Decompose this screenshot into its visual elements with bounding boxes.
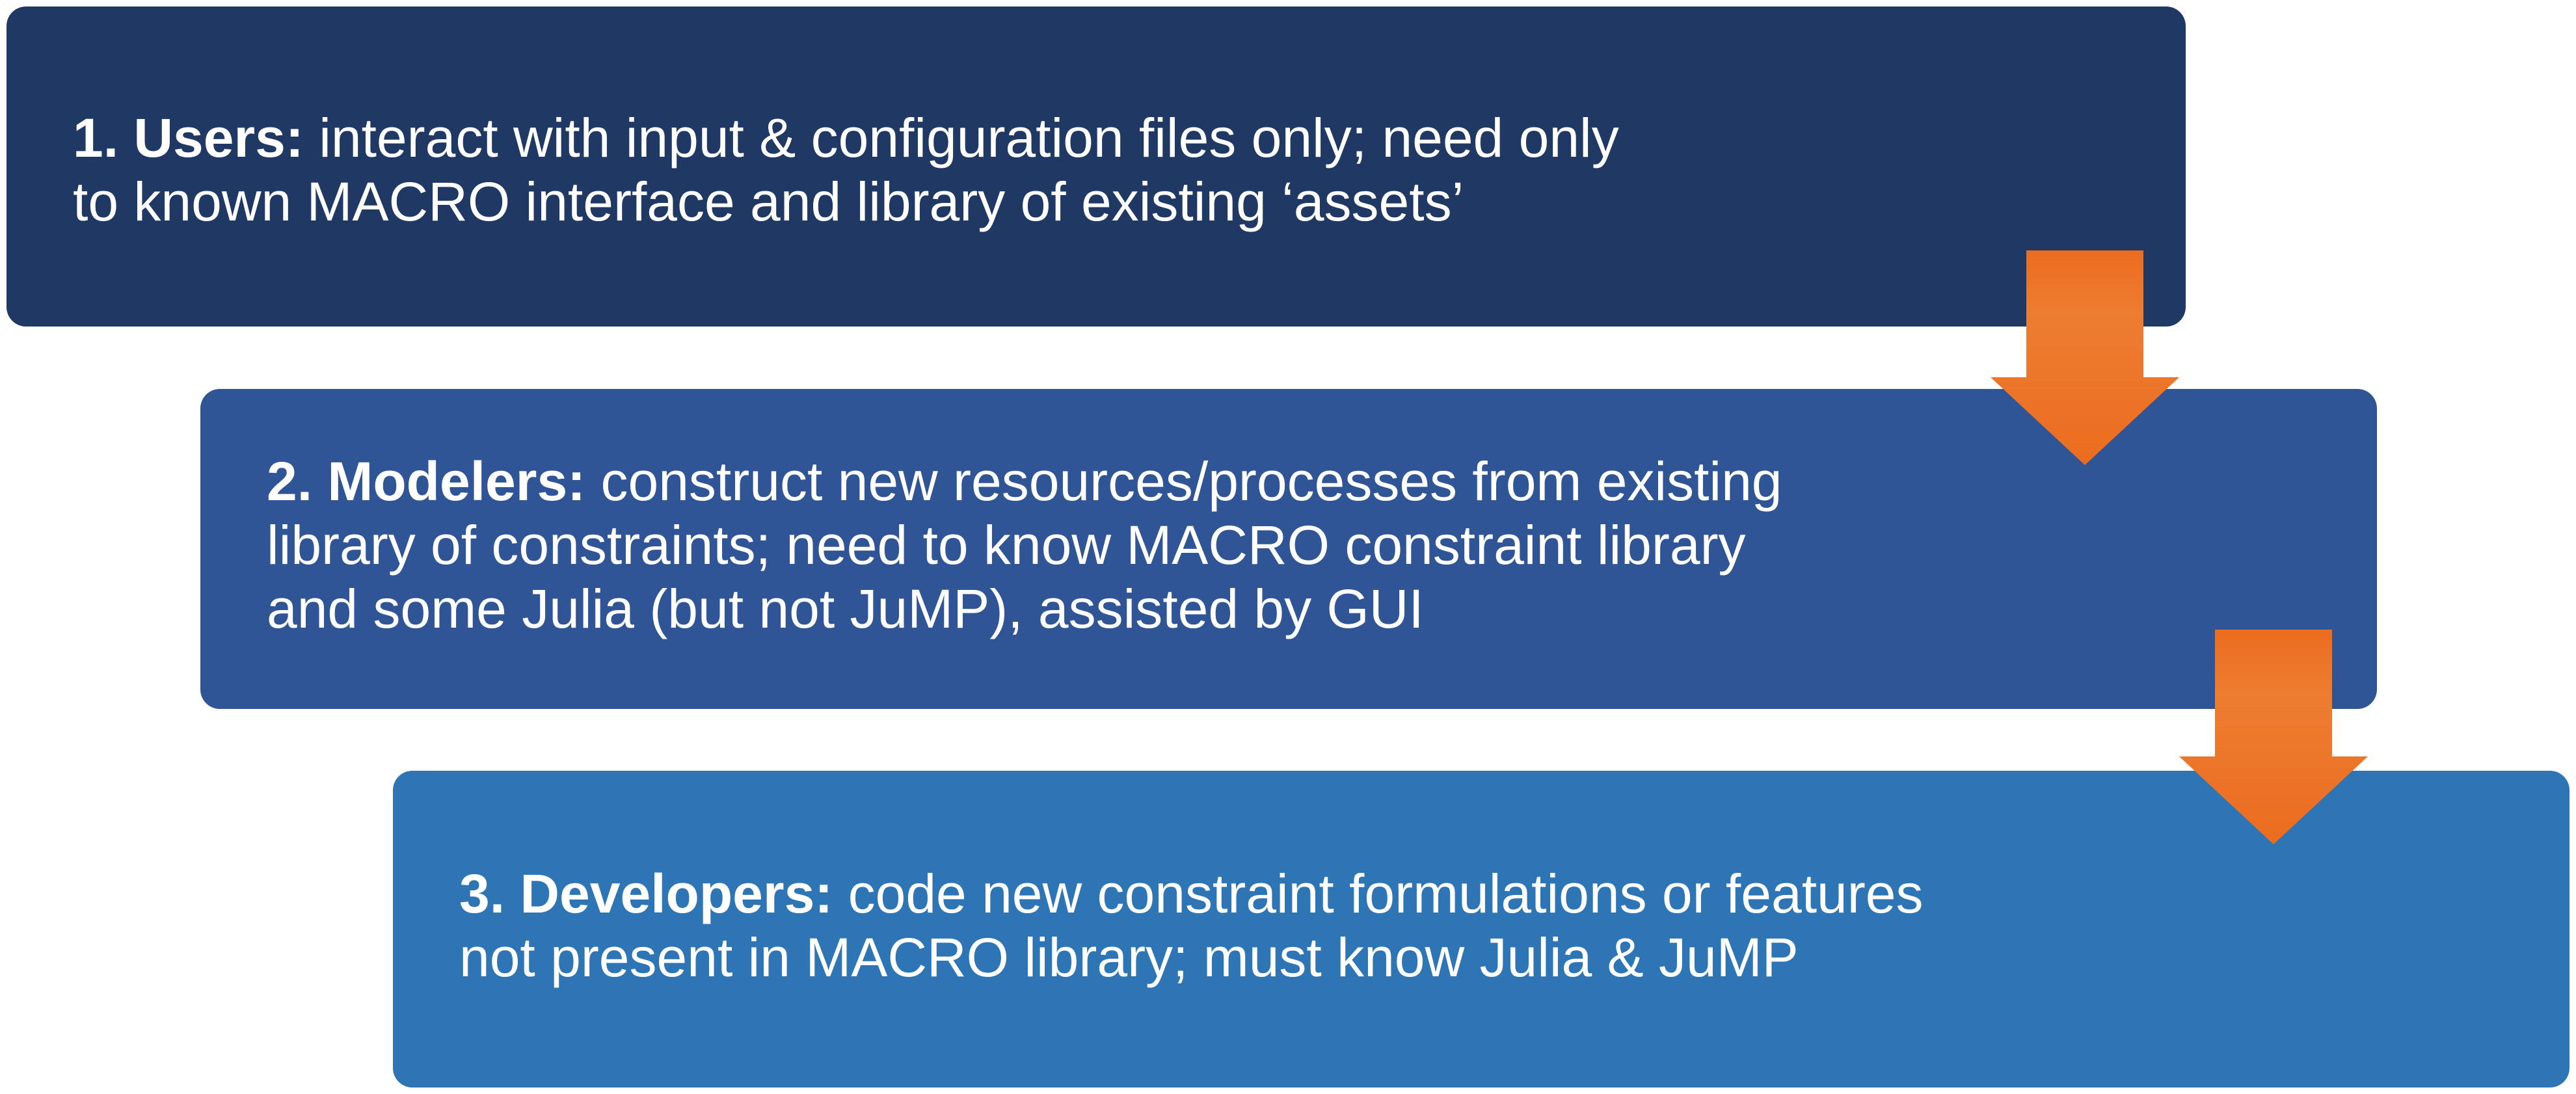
level-users-desc-line2: to known MACRO interface and library of … [73, 171, 1464, 232]
level-developers-line1: 3. Developers: code new constraint formu… [459, 862, 1923, 926]
arrow-shape [2179, 630, 2368, 844]
level-users-line1: 1. Users: interact with input & configur… [73, 106, 1619, 170]
level-modelers-line1: 2. Modelers: construct new resources/pro… [267, 449, 1782, 513]
level-users-text: 1. Users: interact with input & configur… [73, 106, 1619, 233]
level-users-title: 1. Users: [73, 107, 304, 168]
level-users-box: 1. Users: interact with input & configur… [7, 7, 2186, 327]
arrow-shape [1991, 250, 2179, 465]
level-modelers-desc-line1: construct new resources/processes from e… [585, 451, 1782, 512]
down-arrow-icon [2179, 630, 2368, 844]
level-modelers-desc-line2: library of constraints; need to know MAC… [267, 514, 1746, 576]
level-developers-desc-line2: not present in MACRO library; must know … [459, 927, 1799, 988]
level-developers-text: 3. Developers: code new constraint formu… [459, 862, 1923, 989]
level-modelers-desc-line3: and some Julia (but not JuMP), assisted … [267, 578, 1424, 639]
down-arrow-icon [1991, 250, 2179, 465]
level-modelers-title: 2. Modelers: [267, 451, 586, 512]
level-developers-desc-line1: code new constraint formulations or feat… [833, 863, 1924, 924]
level-modelers-text: 2. Modelers: construct new resources/pro… [267, 449, 1782, 641]
level-developers-title: 3. Developers: [459, 863, 833, 924]
level-users-desc-line1: interact with input & configuration file… [303, 107, 1619, 168]
